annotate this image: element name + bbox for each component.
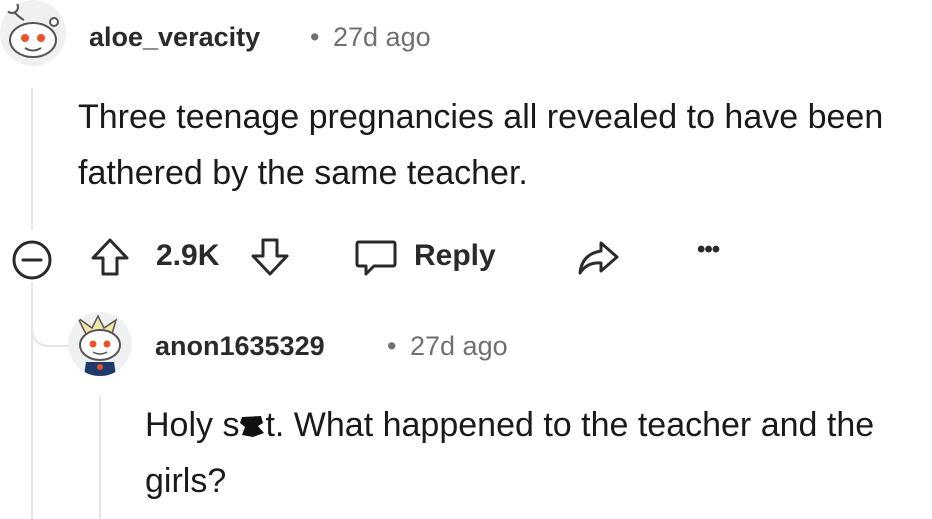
meta-separator: • [310, 22, 320, 52]
thread-line-main[interactable] [31, 88, 33, 230]
more-options-button[interactable]: ••• [697, 236, 720, 264]
comment-username[interactable]: aloe_veracity [89, 22, 260, 53]
comment-body: Holy s t. What happened to the teacher a… [145, 397, 925, 509]
arrow-up-icon[interactable] [89, 236, 131, 278]
avatar[interactable] [68, 312, 132, 376]
reply-label: Reply [414, 239, 496, 272]
speech-bubble-icon [355, 240, 397, 276]
comment-body-start: Holy s [145, 406, 240, 444]
censor-scribble [240, 416, 265, 437]
comment-body: Three teenage pregnancies all revealed t… [78, 98, 884, 192]
share-arrow-icon[interactable] [575, 238, 621, 278]
avatar[interactable] [0, 0, 66, 66]
vote-count: 2.9K [156, 239, 220, 272]
comment-timestamp[interactable]: 27d ago [333, 22, 431, 53]
comment-username[interactable]: anon1635329 [155, 331, 325, 362]
comment-timestamp[interactable]: 27d ago [410, 331, 508, 362]
minus-circle-icon[interactable] [10, 238, 54, 282]
meta-separator: • [387, 331, 397, 361]
arrow-down-icon[interactable] [249, 236, 291, 278]
thread-line-reply[interactable] [99, 396, 101, 519]
